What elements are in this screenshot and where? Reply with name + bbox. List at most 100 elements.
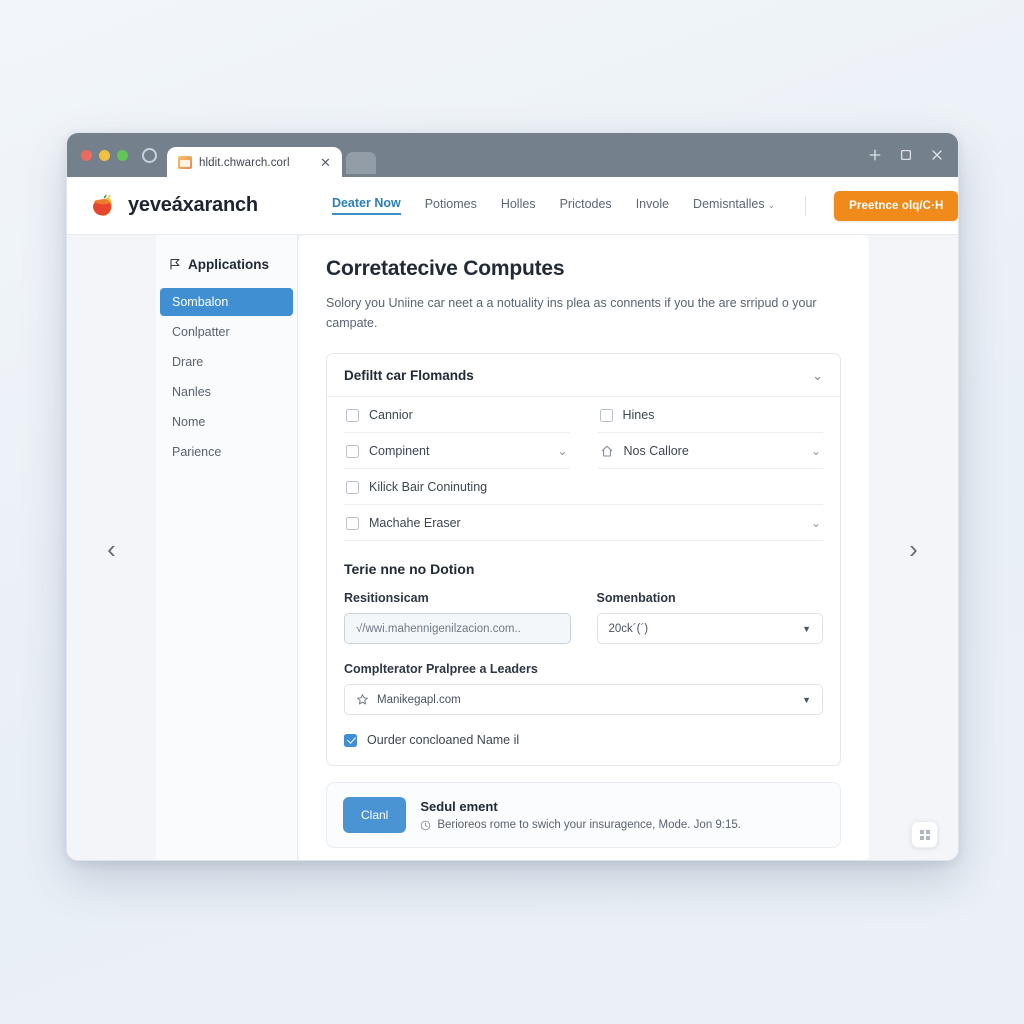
chevron-down-icon[interactable]: ⌄ [811,517,821,529]
sidebar-item-2[interactable]: Drare [160,348,293,376]
leaders-select[interactable]: Manikegapl.com ▼ [344,684,823,715]
chevron-right-icon[interactable]: › [909,536,918,562]
new-tab-icon[interactable] [868,148,882,162]
field-grid: Resitionsicam √/wwi.mahennigenilzacion.c… [327,591,840,644]
nav-item-3-label: Prictodes [559,197,612,211]
close-window-icon[interactable] [930,148,944,162]
checkbox-grid: Cannior Hines Compinent ⌄ Nos Callore ⌄ … [327,397,840,541]
leaders-select-value: Manikegapl.com [377,693,461,706]
site-header: yeveáxaranch Deater Now Potiomes Holles … [67,177,958,235]
footer-subtitle: Berioreos rome to swich your insuragence… [437,819,741,831]
checkbox-row-0[interactable]: Cannior [344,397,570,433]
brand[interactable]: yeveáxaranch [87,191,258,221]
flag-icon [170,258,180,270]
prev-rail[interactable]: ‹ [67,235,156,860]
chevron-down-icon: ▼ [802,694,811,705]
site-favicon-icon [178,156,192,169]
sidebar-item-3[interactable]: Nanles [160,378,293,406]
tab-title: hldit.chwarch.corl [199,156,290,169]
browser-tab[interactable]: hldit.chwarch.corl ✕ [167,147,342,178]
window-controls [868,133,944,177]
nav-item-0[interactable]: Deater Now [331,196,401,215]
grid-icon [919,829,930,840]
checkbox-row-1[interactable]: Hines [597,397,823,433]
checkbox-row-5[interactable]: Machahe Eraser ⌄ [344,505,823,541]
checkbox-4[interactable] [346,480,359,494]
somenbation-select[interactable]: 20ck´(´) ▼ [596,613,823,644]
main-content: Corretatecive Computes Solory you Uniine… [298,235,869,860]
checkbox-row-4[interactable]: Kilick Bair Coninuting [344,469,823,505]
nav-item-5[interactable]: Demisntalles ⌄ [693,197,775,214]
checkbox-1[interactable] [599,408,613,422]
url-input[interactable]: √/wwi.mahennigenilzacion.com.. [344,613,571,644]
checkbox-2[interactable] [346,444,359,458]
checkbox-5[interactable] [346,516,359,530]
nav-item-4[interactable]: Invole [636,197,669,214]
cta-button[interactable]: Preetnce olq/C·H [834,190,958,221]
clanl-button[interactable]: Clanl [343,797,407,833]
next-rail[interactable]: › [869,235,958,860]
background-tab[interactable] [346,152,376,174]
chevron-down-icon[interactable]: ⌄ [557,445,567,457]
profile-circle-button[interactable] [142,147,157,163]
close-icon[interactable]: ✕ [318,155,333,170]
nav-item-1[interactable]: Potiomes [425,197,477,214]
screenshot-root: hldit.chwarch.corl ✕ yeveáxaranch Deater… [0,0,1024,1024]
chevron-down-icon[interactable]: ⌄ [811,445,821,457]
footer-title: Sedul ement [420,799,498,814]
nav-item-2-label: Holles [500,197,536,211]
nav-item-2[interactable]: Holles [501,197,536,214]
maximize-icon[interactable] [899,148,913,162]
chevron-down-icon: ▼ [802,623,811,634]
field-1-label: Somenbation [596,591,676,605]
sidebar-heading: Applications [156,257,297,288]
wide-field-label: Complterator Pralpree a Leaders [344,662,538,676]
sidebar-item-0[interactable]: Sombalon [160,288,293,316]
chevron-left-icon[interactable]: ‹ [107,536,116,562]
nav-item-1-label: Potiomes [424,197,477,211]
grid-toggle-button[interactable] [911,821,938,848]
nav-item-3[interactable]: Prictodes [560,197,612,214]
field-1: Somenbation 20ck´(´) ▼ [596,591,823,644]
maximize-traffic-light[interactable] [117,149,128,161]
brand-name: yeveáxaranch [128,194,258,216]
sidebar-heading-label: Applications [188,257,270,272]
chevron-down-icon[interactable]: ⌄ [812,369,823,382]
fruit-logo-icon [87,191,117,221]
checkbox-row-2[interactable]: Compinent ⌄ [344,433,570,469]
main-nav: Deater Now Potiomes Holles Prictodes Inv… [331,190,958,221]
checkbox-0[interactable] [346,408,359,422]
field-0-label: Resitionsicam [344,591,429,605]
checkbox-3-label: Nos Callore [623,444,689,458]
checkbox-ourder-label: Ourder concloaned Name il [367,733,520,747]
sidebar-item-4[interactable]: Nome [160,408,293,436]
panel-header[interactable]: Defiltt car Flomands ⌄ [327,354,840,397]
checkbox-5-label: Machahe Eraser [369,516,461,530]
checkbox-4-label: Kilick Bair Coninuting [369,480,488,494]
nav-item-0-label: Deater Now [331,196,401,210]
browser-chrome-bar: hldit.chwarch.corl ✕ [67,133,958,178]
checkbox-0-label: Cannior [369,408,413,422]
sidebar: Applications Sombalon Conlpatter Drare N… [156,235,298,860]
close-traffic-light[interactable] [81,149,92,161]
checkbox-row-3[interactable]: Nos Callore ⌄ [597,433,823,469]
checkbox-1-label: Hines [622,408,655,422]
last-checkbox-row[interactable]: Ourder concloaned Name il [327,733,840,747]
checkbox-2-label: Compinent [369,444,430,458]
minimize-traffic-light[interactable] [99,149,110,161]
home-icon [601,445,612,457]
star-icon [357,694,368,705]
footer-subtitle-row: Berioreos rome to swich your insuragence… [420,819,741,831]
clock-icon [421,820,431,830]
field-0: Resitionsicam √/wwi.mahennigenilzacion.c… [344,591,571,644]
nav-item-4-label: Invole [635,197,670,211]
sidebar-item-5[interactable]: Parience [160,438,293,466]
checkbox-ourder[interactable] [344,733,357,747]
window-traffic-lights [81,133,157,177]
panel-title: Defiltt car Flomands [344,368,474,383]
nav-divider [805,195,807,216]
nav-item-5-label: Demisntalles [693,197,765,211]
sidebar-item-1[interactable]: Conlpatter [160,318,293,346]
chevron-down-icon: ⌄ [767,200,776,210]
page-title: Corretatecive Computes [326,257,565,280]
